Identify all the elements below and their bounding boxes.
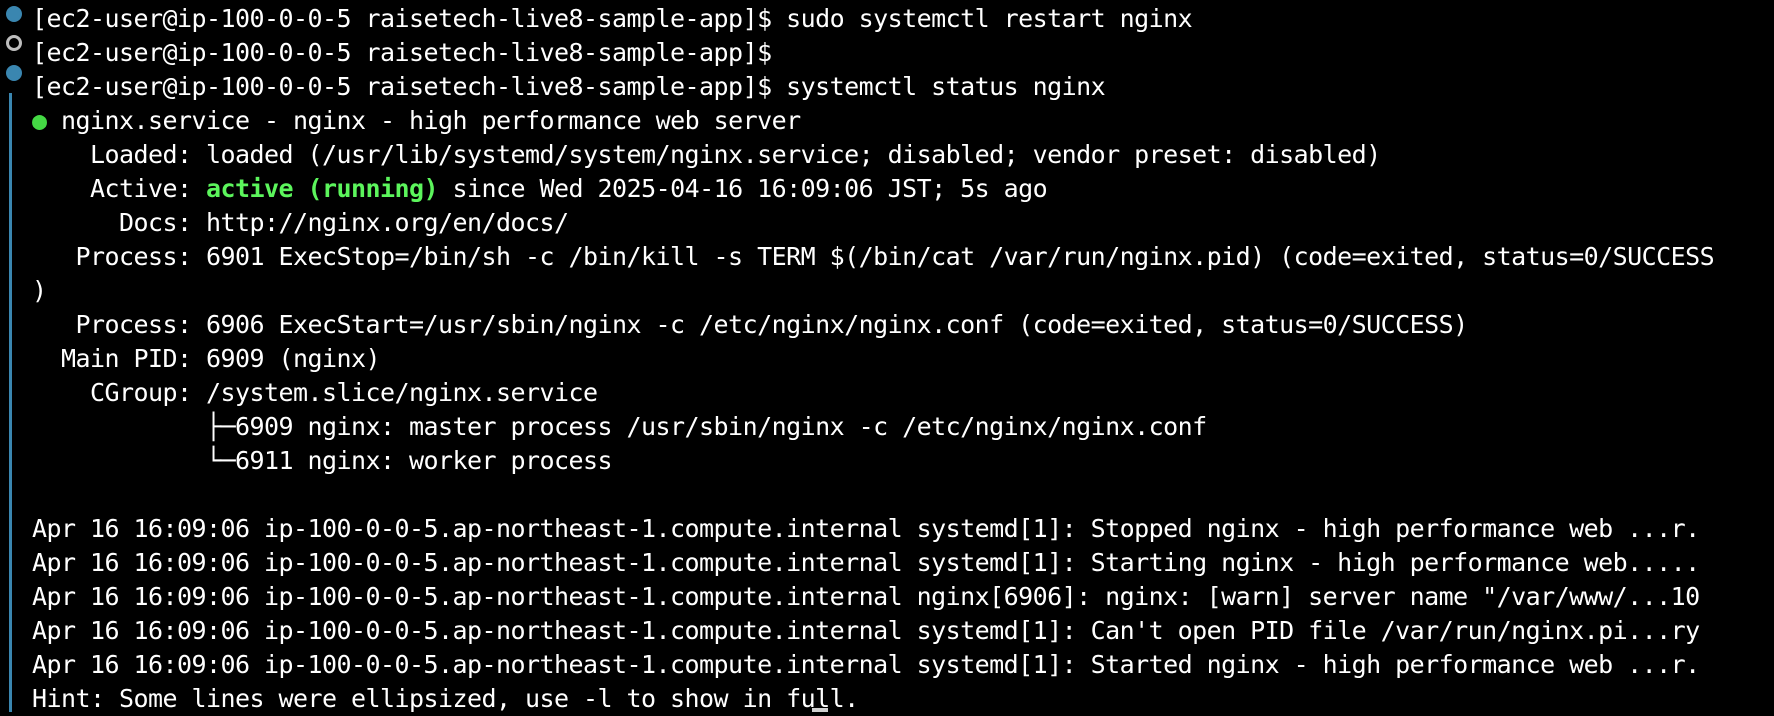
status-process-stop: Process: 6901 ExecStop=/bin/sh -c /bin/k…	[32, 242, 1715, 271]
status-cgroup: CGroup: /system.slice/nginx.service	[32, 378, 598, 407]
command-block-bar	[9, 93, 12, 712]
status-cgroup-master: ├─6909 nginx: master process /usr/sbin/n…	[32, 412, 1207, 441]
active-since: since Wed 2025-04-16 16:09:06 JST; 5s ag…	[438, 174, 1048, 203]
prompt-marker-filled-icon[interactable]	[6, 6, 22, 22]
command-line-status: [ec2-user@ip-100-0-0-5 raisetech-live8-s…	[32, 70, 1772, 104]
status-process-stop-wrap: )	[32, 276, 47, 305]
status-title-text: nginx.service - nginx - high performance…	[46, 106, 801, 135]
prompt-marker-filled-icon[interactable]	[6, 65, 22, 81]
active-label: Active:	[32, 174, 207, 203]
terminal-output: [ec2-user@ip-100-0-0-5 raisetech-live8-s…	[32, 2, 1772, 716]
log-line: Apr 16 16:09:06 ip-100-0-0-5.ap-northeas…	[32, 616, 1700, 645]
shell-prompt: [ec2-user@ip-100-0-0-5 raisetech-live8-s…	[32, 38, 772, 67]
shell-prompt: [ec2-user@ip-100-0-0-5 raisetech-live8-s…	[32, 4, 772, 33]
status-docs: Docs: http://nginx.org/en/docs/	[32, 208, 569, 237]
command-text: systemctl status nginx	[771, 72, 1106, 101]
terminal-window[interactable]: [ec2-user@ip-100-0-0-5 raisetech-live8-s…	[0, 0, 1774, 713]
text-cursor	[812, 708, 828, 712]
log-line: Apr 16 16:09:06 ip-100-0-0-5.ap-northeas…	[32, 514, 1700, 543]
status-bullet-icon: ●	[32, 106, 47, 135]
log-line: Apr 16 16:09:06 ip-100-0-0-5.ap-northeas…	[32, 582, 1700, 611]
shell-prompt: [ec2-user@ip-100-0-0-5 raisetech-live8-s…	[32, 72, 772, 101]
status-title: ● nginx.service - nginx - high performan…	[32, 104, 1772, 138]
active-state: active (running)	[206, 174, 439, 203]
prompt-marker-hollow-icon[interactable]	[6, 35, 22, 51]
command-line-empty: [ec2-user@ip-100-0-0-5 raisetech-live8-s…	[32, 36, 1772, 70]
status-loaded: Loaded: loaded (/usr/lib/systemd/system/…	[32, 140, 1381, 169]
log-line: Apr 16 16:09:06 ip-100-0-0-5.ap-northeas…	[32, 548, 1700, 577]
command-text: sudo systemctl restart nginx	[771, 4, 1193, 33]
status-process-start: Process: 6906 ExecStart=/usr/sbin/nginx …	[32, 310, 1469, 339]
status-active: Active: active (running) since Wed 2025-…	[32, 172, 1772, 206]
hint-line: Hint: Some lines were ellipsized, use -l…	[32, 684, 859, 713]
command-line-restart: [ec2-user@ip-100-0-0-5 raisetech-live8-s…	[32, 2, 1772, 36]
log-line: Apr 16 16:09:06 ip-100-0-0-5.ap-northeas…	[32, 650, 1700, 679]
status-main-pid: Main PID: 6909 (nginx)	[32, 344, 381, 373]
status-cgroup-worker: └─6911 nginx: worker process	[32, 446, 613, 475]
